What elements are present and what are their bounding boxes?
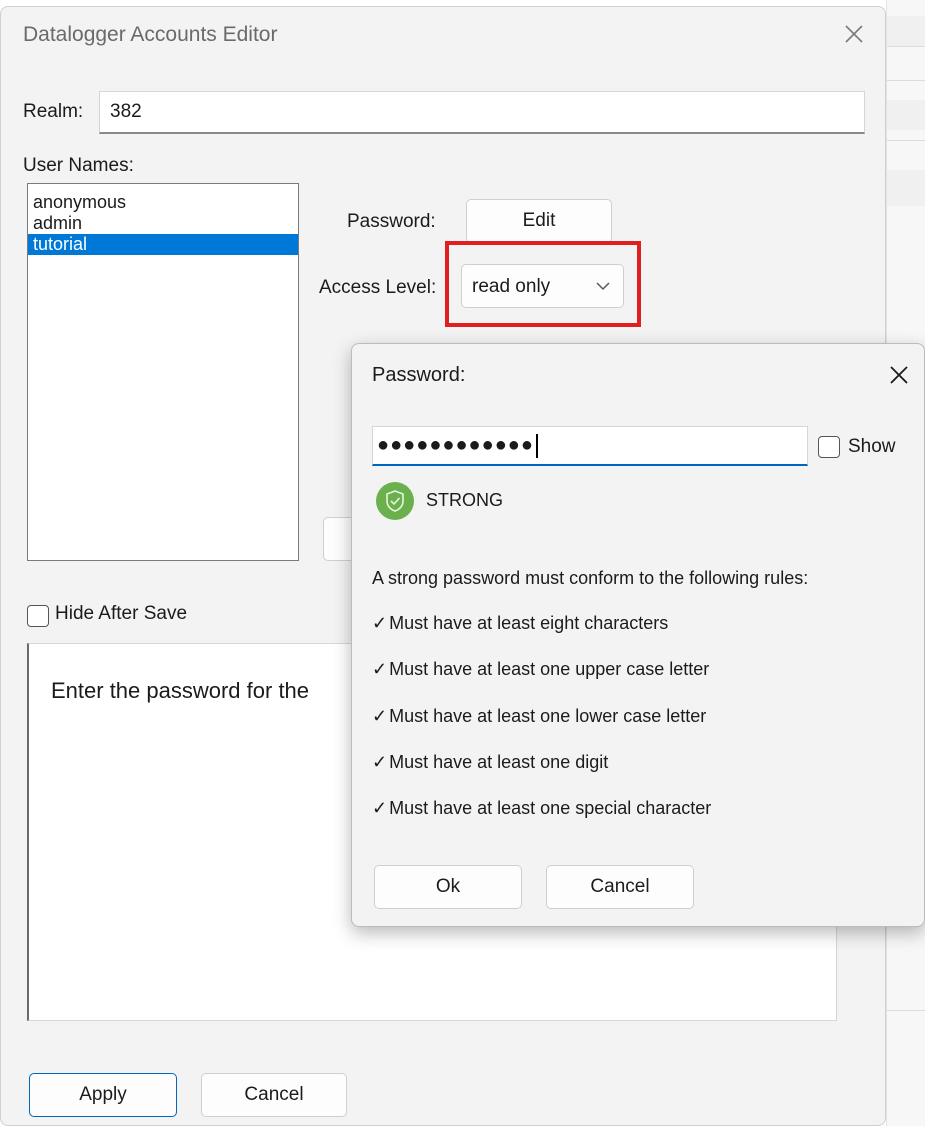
hide-after-save-label: Hide After Save (55, 603, 188, 624)
check-icon: ✓ (372, 613, 388, 633)
user-names-list[interactable]: anonymous admin tutorial (27, 183, 299, 561)
show-label: Show (848, 436, 896, 457)
password-label: Password: (347, 211, 436, 232)
shield-check-icon (376, 482, 414, 520)
rule-text: Must have at least one special character (389, 798, 712, 818)
user-list-item[interactable]: anonymous (28, 192, 298, 213)
close-icon (845, 25, 863, 43)
rules-heading: A strong password must conform to the fo… (372, 568, 809, 588)
user-names-label: User Names: (23, 155, 134, 176)
background-divider (887, 140, 925, 141)
password-masked-value: ●●●●●●●●●●●● (377, 434, 534, 456)
background-row (887, 170, 925, 206)
close-icon (890, 366, 908, 384)
dialog-cancel-button[interactable]: Cancel (546, 865, 694, 909)
checkbox-box[interactable] (27, 605, 49, 627)
ok-button[interactable]: Ok (374, 865, 522, 909)
check-icon: ✓ (372, 659, 388, 679)
rule-text: Must have at least one digit (389, 752, 609, 772)
rule-text: Must have at least one upper case letter (389, 659, 710, 679)
password-rule: ✓ Must have at least one digit (372, 752, 608, 773)
password-input[interactable]: ●●●●●●●●●●●● (372, 426, 808, 466)
user-list-item[interactable]: tutorial (28, 234, 298, 255)
background-divider (887, 46, 925, 47)
password-rule: ✓ Must have at least one lower case lette… (372, 706, 706, 727)
password-strength-text: STRONG (426, 490, 504, 510)
background-divider (887, 1010, 925, 1011)
rule-text: Must have at least eight characters (389, 613, 669, 633)
edit-password-button[interactable]: Edit (466, 199, 612, 243)
apply-button[interactable]: Apply (29, 1073, 177, 1117)
background-row (887, 100, 925, 130)
rule-text: Must have at least one lower case letter (389, 706, 707, 726)
realm-label: Realm: (23, 101, 84, 122)
password-rule: ✓ Must have at least one upper case lette… (372, 659, 709, 680)
dialog-close-button[interactable] (886, 362, 912, 388)
background-divider (887, 80, 925, 81)
password-dialog: Password: ●●●●●●●●●●●● Show STRONG A str… (351, 343, 925, 927)
realm-input[interactable] (99, 91, 865, 134)
access-level-value: read only (472, 276, 551, 297)
window-title: Datalogger Accounts Editor (23, 23, 278, 46)
window-close-button[interactable] (837, 17, 871, 51)
password-rule: ✓ Must have at least eight characters (372, 613, 668, 634)
user-list-item[interactable]: admin (28, 213, 298, 234)
check-icon: ✓ (372, 752, 388, 772)
cancel-button[interactable]: Cancel (201, 1073, 347, 1117)
access-level-label: Access Level: (319, 277, 437, 298)
check-icon: ✓ (372, 706, 388, 726)
title-bar: Datalogger Accounts Editor (1, 7, 885, 69)
chevron-down-icon (596, 282, 610, 291)
dialog-title: Password: (372, 364, 466, 386)
text-caret (535, 433, 538, 458)
background-row (887, 16, 925, 46)
check-icon: ✓ (372, 798, 388, 818)
password-rule: ✓ Must have at least one special characte… (372, 798, 711, 819)
info-text: Enter the password for the (51, 678, 310, 703)
checkbox-box[interactable] (818, 436, 840, 458)
access-level-select[interactable]: read only (461, 264, 624, 308)
